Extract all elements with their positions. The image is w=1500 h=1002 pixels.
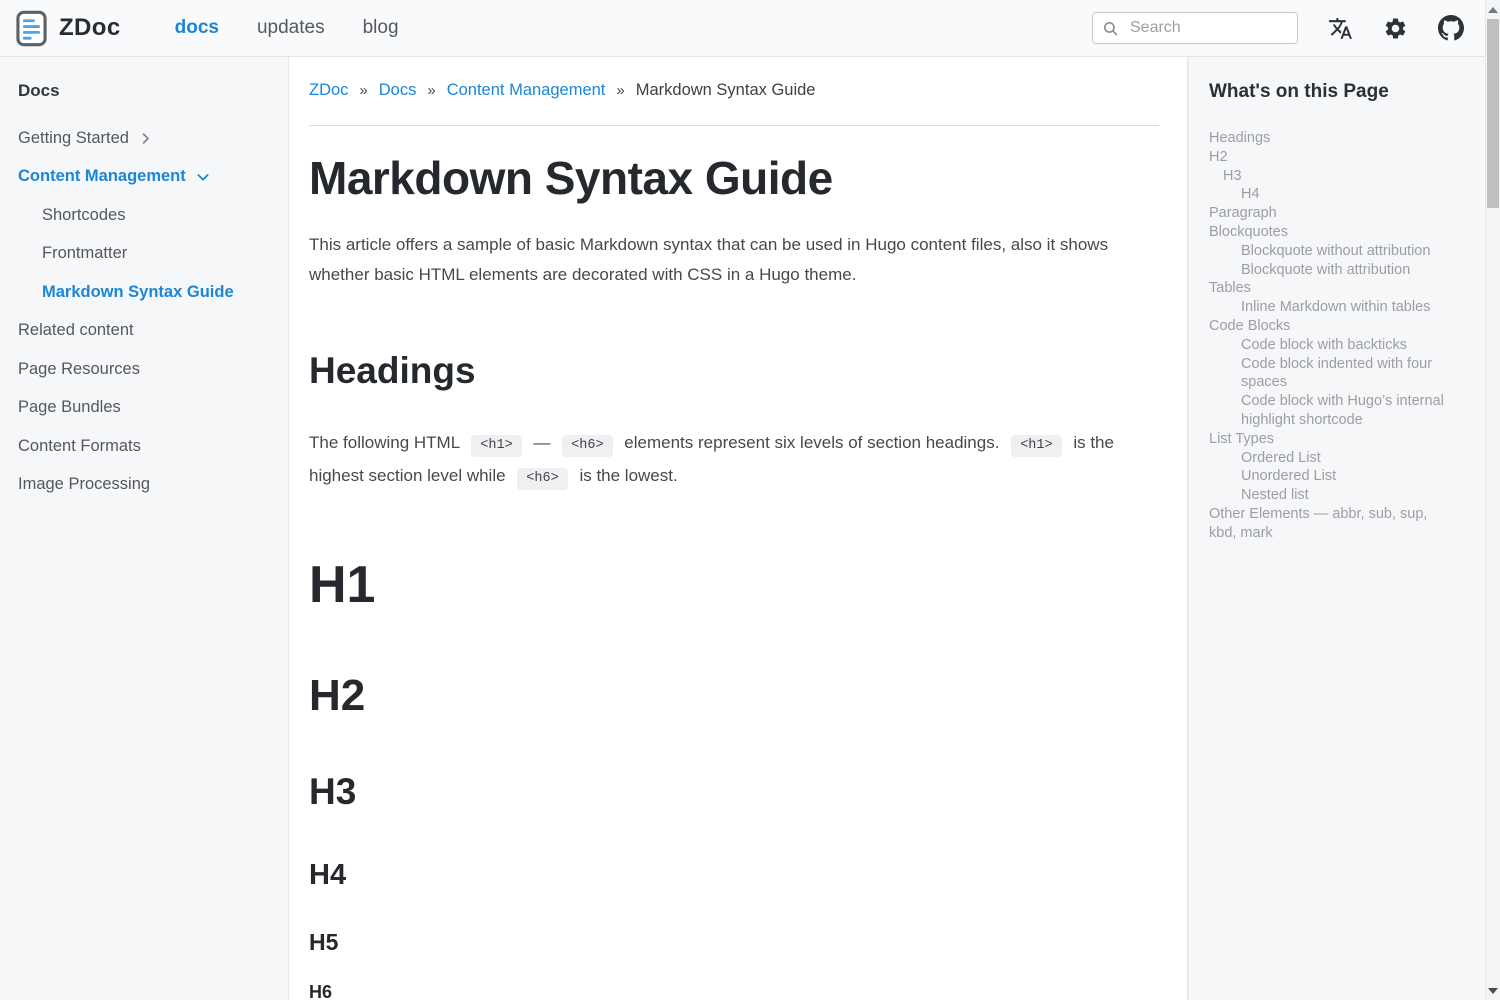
toc-item[interactable]: Blockquote without attribution [1209,242,1453,261]
breadcrumb-link-docs[interactable]: Docs [379,81,417,100]
breadcrumb-current: Markdown Syntax Guide [636,81,816,100]
toc-item[interactable]: Headings [1209,129,1453,148]
breadcrumb: ZDoc » Docs » Content Management » Markd… [309,81,1159,100]
brand-name[interactable]: ZDoc [59,14,121,42]
search-box[interactable] [1092,12,1298,44]
scroll-down-arrow-icon[interactable] [1488,988,1498,994]
search-input[interactable] [1128,18,1288,38]
chevron-right-icon [138,131,153,146]
toc-title: What's on this Page [1209,81,1480,103]
divider [309,125,1159,126]
breadcrumb-link-content-management[interactable]: Content Management [447,81,606,100]
toc-item[interactable]: H2 [1209,148,1453,167]
sidebar: Docs Getting Started Content Management … [0,57,289,1000]
toc-item[interactable]: List Types [1209,430,1453,449]
breadcrumb-separator: » [359,82,367,99]
sidebar-item-shortcodes[interactable]: Shortcodes [18,196,276,235]
section-heading-headings: Headings [309,350,1159,392]
inline-code-h6: <h6> [517,468,567,490]
h2-sample: H2 [309,673,1159,719]
inline-code-h6: <h6> [562,435,612,457]
breadcrumb-link-zdoc[interactable]: ZDoc [309,81,348,100]
top-nav-bar: ZDoc docs updates blog [0,0,1500,57]
github-icon[interactable] [1438,15,1464,41]
nav-blog[interactable]: blog [363,17,399,39]
inline-code-h1: <h1> [1011,435,1061,457]
toc-item[interactable]: Nested list [1209,486,1453,505]
h1-sample: H1 [309,558,1159,613]
h5-sample: H5 [309,930,1159,954]
h3-sample: H3 [309,773,1159,812]
breadcrumb-separator: » [616,82,624,99]
scrollbar-thumb[interactable] [1487,19,1499,208]
toc-item[interactable]: Paragraph [1209,204,1453,223]
sidebar-item-page-resources[interactable]: Page Resources [18,350,276,389]
page-title: Markdown Syntax Guide [309,151,1159,205]
headings-paragraph: The following HTML <h1> — <h6> elements … [309,428,1154,494]
intro-paragraph: This article offers a sample of basic Ma… [309,230,1154,290]
sidebar-item-getting-started[interactable]: Getting Started [18,119,276,158]
toc-item[interactable]: Code block with Hugo’s internal highligh… [1209,392,1453,430]
h4-sample: H4 [309,860,1159,890]
sidebar-title: Docs [18,81,276,101]
toc-item[interactable]: Blockquotes [1209,223,1453,242]
toc-item[interactable]: Code block with backticks [1209,336,1453,355]
toc-item[interactable]: H3 [1209,167,1453,186]
sidebar-item-page-bundles[interactable]: Page Bundles [18,389,276,428]
top-nav-links: docs updates blog [175,17,399,39]
inline-code-h1: <h1> [471,435,521,457]
nav-docs[interactable]: docs [175,17,219,39]
sidebar-nav: Getting Started Content Management Short… [18,119,276,504]
main-content: ZDoc » Docs » Content Management » Markd… [289,57,1187,1000]
brand[interactable]: ZDoc [16,10,121,47]
toc-item[interactable]: Code Blocks [1209,317,1453,336]
page-layout: Docs Getting Started Content Management … [0,57,1500,1000]
nav-updates[interactable]: updates [257,17,325,39]
h6-sample: H6 [309,983,1159,1002]
toc-list: Headings H2 H3 H4 Paragraph Blockquotes … [1209,129,1453,543]
sidebar-item-markdown-syntax-guide[interactable]: Markdown Syntax Guide [18,273,276,312]
toc-item[interactable]: Tables [1209,279,1453,298]
gear-icon[interactable] [1383,16,1408,41]
document-icon [16,10,47,47]
translate-icon[interactable] [1328,16,1353,41]
sidebar-item-content-formats[interactable]: Content Formats [18,427,276,466]
sidebar-item-content-management[interactable]: Content Management [18,158,276,197]
search-icon [1102,20,1119,37]
toc-item[interactable]: Code block indented with four spaces [1209,355,1453,393]
chevron-down-icon [195,169,211,185]
toc-item[interactable]: H4 [1209,185,1453,204]
app-window: ZDoc docs updates blog [0,0,1500,1000]
sidebar-item-frontmatter[interactable]: Frontmatter [18,235,276,274]
toc-item[interactable]: Inline Markdown within tables [1209,298,1453,317]
sidebar-item-image-processing[interactable]: Image Processing [18,466,276,505]
sidebar-item-related-content[interactable]: Related content [18,312,276,351]
toc-item[interactable]: Other Elements — abbr, sub, sup, kbd, ma… [1209,505,1453,543]
toc-panel: What's on this Page Headings H2 H3 H4 Pa… [1187,57,1500,1000]
toc-item[interactable]: Blockquote with attribution [1209,261,1453,280]
vertical-scrollbar[interactable] [1485,0,1500,1000]
toc-item[interactable]: Ordered List [1209,449,1453,468]
breadcrumb-separator: » [427,82,435,99]
scroll-up-arrow-icon[interactable] [1488,7,1498,13]
toc-item[interactable]: Unordered List [1209,467,1453,486]
header-actions [1092,12,1464,44]
